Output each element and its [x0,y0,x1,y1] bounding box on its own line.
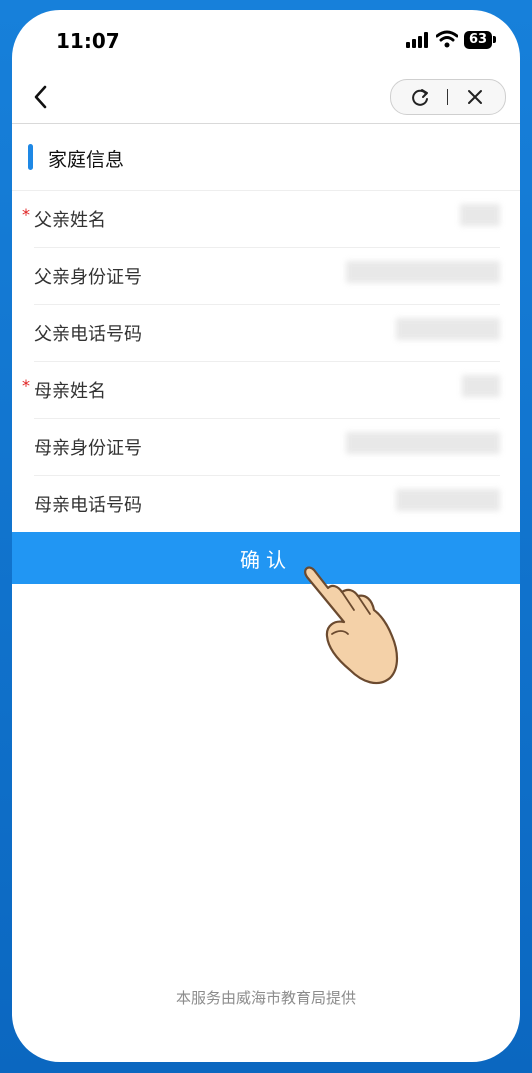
field-value-blurred [462,375,500,397]
field-mother-id[interactable]: 母亲身份证号 [12,419,520,476]
field-father-phone[interactable]: 父亲电话号码 [12,305,520,362]
mini-program-capsule [390,79,506,115]
battery-cap [493,36,496,43]
field-label: 父亲身份证号 [34,267,142,288]
field-value-blurred [460,204,500,226]
confirm-button[interactable]: 确认 [12,532,520,584]
field-father-name[interactable]: * 父亲姓名 [12,191,520,248]
field-mother-name[interactable]: * 母亲姓名 [12,362,520,419]
phone-screen: 11:07 63 家庭信息 * 父亲姓名 父亲身份证号 父亲电话号码 * 母亲姓… [12,10,520,1062]
chevron-left-icon[interactable] [26,82,56,112]
phone-frame: 11:07 63 家庭信息 * 父亲姓名 父亲身份证号 父亲电话号码 * 母亲姓… [0,0,532,1073]
status-time: 11:07 [56,29,120,53]
required-mark: * [22,376,30,395]
field-value-blurred [346,261,500,283]
section-header: 家庭信息 [12,134,520,191]
field-value-blurred [396,318,500,340]
field-label: 母亲电话号码 [34,495,142,516]
battery-icon: 63 [464,31,492,49]
field-label: 母亲姓名 [34,381,106,402]
capsule-divider [447,89,448,105]
field-label: 父亲电话号码 [34,324,142,345]
field-value-blurred [346,432,500,454]
refresh-icon[interactable] [395,80,445,114]
signal-icon [406,32,430,48]
status-bar: 11:07 63 [12,10,520,70]
field-value-blurred [396,489,500,511]
close-icon[interactable] [451,80,501,114]
wifi-icon [436,30,458,48]
field-label: 父亲姓名 [34,210,106,231]
field-mother-phone[interactable]: 母亲电话号码 [12,476,520,533]
pointing-hand-icon [304,566,399,685]
section-title: 家庭信息 [48,149,125,171]
nav-bar [12,70,520,124]
footer-text: 本服务由威海市教育局提供 [175,989,356,1007]
required-mark: * [22,205,30,224]
field-father-id[interactable]: 父亲身份证号 [12,248,520,305]
section-accent-bar [28,144,33,170]
field-label: 母亲身份证号 [34,438,142,459]
